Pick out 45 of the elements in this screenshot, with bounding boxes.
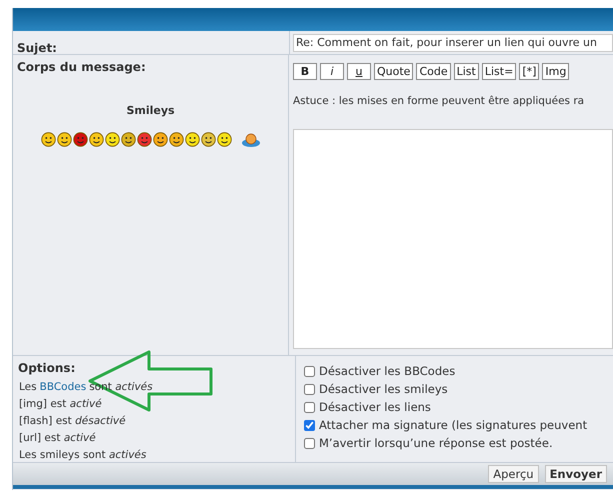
checkbox[interactable] xyxy=(304,402,315,412)
checkbox-label: Désactiver les smileys xyxy=(319,381,448,397)
bbcode-button[interactable]: [*] xyxy=(519,63,540,80)
smiley-icon[interactable] xyxy=(200,132,216,146)
formatting-tip: Astuce : les mises en forme peuvent être appliquées ra xyxy=(293,94,586,109)
option-text: [flash] est désactivé xyxy=(18,414,127,429)
checkbox-label: Désactiver les BBCodes xyxy=(319,363,456,379)
underline-button[interactable]: u xyxy=(347,63,371,80)
smiley-icon[interactable] xyxy=(40,132,56,146)
checkbox-label: Désactiver les liens xyxy=(319,399,431,415)
subject-label: Sujet: xyxy=(17,41,57,55)
checkbox-label: M’avertir lorsqu’une réponse est postée. xyxy=(319,435,553,451)
checkbox[interactable] xyxy=(304,420,315,430)
bbcode-button[interactable]: List= xyxy=(482,63,516,80)
checkbox-label: Attacher ma signature (les signatures peuvent xyxy=(319,417,588,433)
italic-button[interactable]: i xyxy=(320,63,344,80)
options-label: Options: xyxy=(18,360,76,377)
bold-button[interactable]: B xyxy=(293,63,317,80)
preview-button[interactable]: Aperçu xyxy=(488,465,539,483)
bbcode-button[interactable]: List xyxy=(454,63,479,80)
bbcodes-link[interactable]: BBCodes xyxy=(40,380,86,395)
smiley-icon[interactable] xyxy=(152,132,168,146)
smiley-icon[interactable] xyxy=(136,132,152,146)
bbcode-button[interactable]: Code xyxy=(416,63,451,80)
option-text: Les smileys sont activés xyxy=(18,448,148,463)
smiley-icon[interactable] xyxy=(184,132,200,146)
message-body-label: Corps du message: xyxy=(17,59,147,76)
smiley-icon[interactable] xyxy=(120,132,136,146)
option-text: [img] est activé xyxy=(18,397,103,412)
smiley-icon[interactable] xyxy=(104,132,120,146)
bbcode-button[interactable]: Quote xyxy=(374,63,414,80)
smiley-icon[interactable] xyxy=(56,132,72,146)
submit-button[interactable]: Envoyer xyxy=(544,465,607,483)
checkbox[interactable] xyxy=(304,438,315,448)
checkbox[interactable] xyxy=(304,366,315,376)
bbcode-button[interactable]: Img xyxy=(542,63,570,80)
option-text: Les xyxy=(19,380,37,395)
smiley-icon[interactable] xyxy=(72,132,88,146)
subject-field[interactable]: Re: Comment on fait, pour inserer un lien qui ouvre un xyxy=(293,34,613,52)
checkbox[interactable] xyxy=(304,384,315,394)
smiley-icon[interactable] xyxy=(88,132,104,146)
smiley-icon[interactable] xyxy=(216,132,232,146)
option-text: [url] est activé xyxy=(18,431,97,446)
smiley-icon[interactable] xyxy=(168,132,184,146)
smileys-heading: Smileys xyxy=(126,103,175,119)
